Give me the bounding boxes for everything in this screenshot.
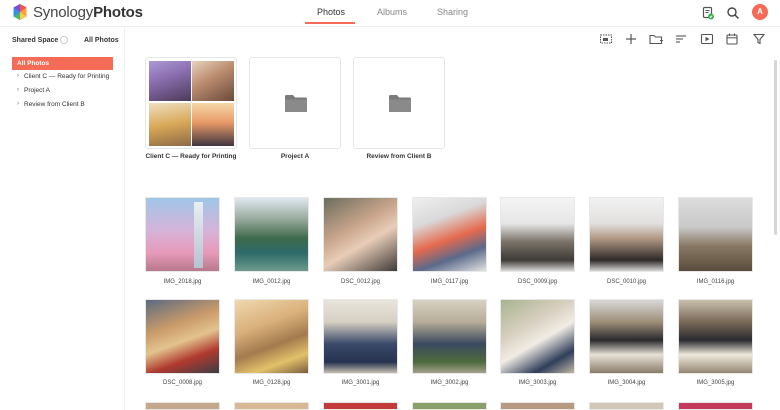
tab-albums[interactable]: Albums	[377, 7, 407, 17]
photo-thumbnail[interactable]	[500, 402, 575, 410]
top-divider	[0, 26, 780, 27]
photo-filename: IMG_0012.jpg	[252, 279, 291, 285]
photo-thumbnail[interactable]	[234, 299, 309, 374]
calendar-icon[interactable]	[724, 31, 740, 47]
photo-thumbnail[interactable]	[500, 299, 575, 374]
photo-thumbnail[interactable]	[323, 299, 398, 374]
photo-thumbnail[interactable]	[589, 299, 664, 374]
space-selector[interactable]: Shared Space	[12, 37, 58, 44]
album-project-a[interactable]	[249, 57, 341, 149]
tab-sharing[interactable]: Sharing	[437, 7, 468, 17]
photo-detail	[194, 202, 203, 268]
album-label: Project A	[280, 153, 310, 160]
photo-thumbnail[interactable]	[412, 197, 487, 272]
synology-photos-logo-icon	[13, 4, 27, 20]
user-avatar[interactable]: A	[752, 4, 768, 20]
album-review-client-b[interactable]	[353, 57, 445, 149]
photo-filename: IMG_3004.jpg	[607, 380, 646, 386]
folder-icon	[285, 95, 307, 112]
sidebar-item-label: All Photos	[17, 60, 50, 67]
album-label: Client C — Ready for Printing	[145, 153, 237, 160]
sidebar-item-label: Project A	[24, 87, 51, 94]
album-label: Review from Client B	[366, 153, 432, 160]
photo-thumbnail[interactable]	[234, 197, 309, 272]
photo-filename: DSC_0010.jpg	[606, 279, 647, 285]
photo-filename: DSC_0008.jpg	[162, 380, 203, 386]
photo-thumbnail[interactable]	[412, 402, 487, 410]
photo-thumbnail[interactable]	[589, 402, 664, 410]
photo-filename: IMG_0116.jpg	[696, 279, 735, 285]
filter-icon[interactable]	[751, 31, 767, 47]
photo-filename: IMG_0128.jpg	[252, 380, 291, 386]
sidebar-item-project-a[interactable]: › Project A	[12, 84, 113, 97]
tab-photos[interactable]: Photos	[317, 7, 345, 17]
sidebar-divider	[124, 27, 125, 410]
top-bar: SynologyPhotos Photos Albums Sharing A	[0, 0, 780, 26]
task-status-icon[interactable]	[701, 6, 715, 20]
active-tab-indicator	[305, 22, 355, 24]
search-icon[interactable]	[726, 6, 740, 20]
photo-filename: IMG_3002.jpg	[430, 380, 469, 386]
select-icon[interactable]	[598, 31, 614, 47]
space-dropdown-icon[interactable]	[60, 36, 68, 44]
slideshow-icon[interactable]	[699, 31, 715, 47]
photo-thumbnail[interactable]	[145, 402, 220, 410]
photo-thumbnail[interactable]	[323, 197, 398, 272]
sort-icon[interactable]	[673, 31, 689, 47]
add-icon[interactable]	[623, 31, 639, 47]
photo-filename: IMG_0117.jpg	[430, 279, 469, 285]
album-thumb	[192, 61, 234, 101]
chevron-right-icon[interactable]: ›	[17, 70, 19, 83]
sidebar-item-client-c[interactable]: › Client C — Ready for Printing	[12, 70, 113, 83]
sidebar-item-label: Client C — Ready for Printing	[24, 73, 110, 80]
photo-thumbnail[interactable]	[145, 299, 220, 374]
album-client-c[interactable]	[145, 57, 237, 149]
brand-name-bold: Photos	[93, 4, 143, 21]
sidebar-item-review-client-b[interactable]: › Review from Client B	[12, 98, 113, 111]
photo-thumbnail[interactable]	[323, 402, 398, 410]
all-photos-link[interactable]: All Photos	[84, 37, 119, 44]
photo-filename: IMG_3003.jpg	[518, 380, 557, 386]
photo-filename: DSC_0012.jpg	[340, 279, 381, 285]
chevron-right-icon[interactable]: ›	[17, 98, 19, 111]
sidebar-item-all-photos[interactable]: All Photos	[12, 57, 113, 70]
chevron-right-icon[interactable]: ›	[17, 84, 19, 97]
photo-thumbnail[interactable]	[678, 402, 753, 410]
app-brand: SynologyPhotos	[33, 4, 143, 21]
brand-name-light: Synology	[33, 4, 94, 21]
photo-thumbnail[interactable]	[412, 299, 487, 374]
album-thumb	[149, 103, 191, 146]
scrollbar[interactable]	[774, 60, 777, 235]
photo-thumbnail[interactable]	[500, 197, 575, 272]
folder-icon	[389, 95, 411, 112]
photo-filename: IMG_2018.jpg	[163, 279, 202, 285]
album-thumb	[192, 103, 234, 146]
photo-thumbnail[interactable]	[678, 197, 753, 272]
add-folder-icon[interactable]	[648, 31, 664, 47]
photo-filename: DSC_0009.jpg	[517, 279, 558, 285]
album-thumb	[149, 61, 191, 101]
photo-filename: IMG_3005.jpg	[696, 380, 735, 386]
photo-thumbnail[interactable]	[234, 402, 309, 410]
photo-thumbnail[interactable]	[589, 197, 664, 272]
photo-thumbnail[interactable]	[678, 299, 753, 374]
photo-filename: IMG_3001.jpg	[341, 380, 380, 386]
photo-thumbnail[interactable]	[145, 197, 220, 272]
sidebar-item-label: Review from Client B	[24, 101, 85, 108]
